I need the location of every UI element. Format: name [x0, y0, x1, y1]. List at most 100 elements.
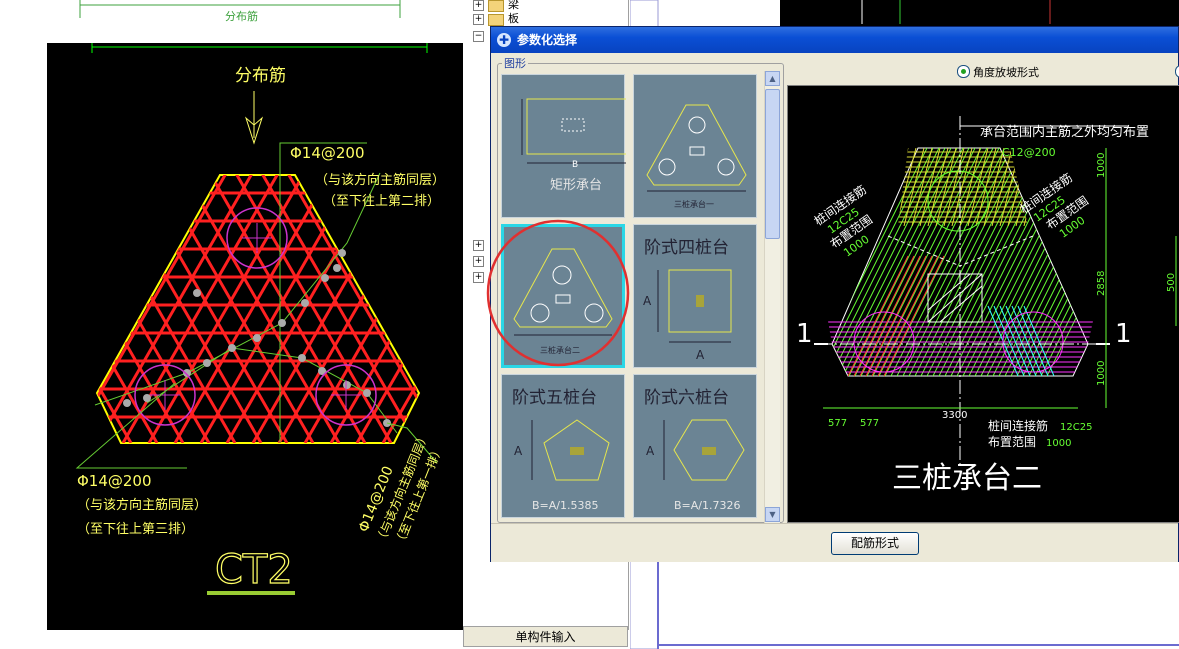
dialog-titlebar[interactable]: ✚ 参数化选择: [491, 27, 1178, 53]
thumb-stepped-five-pile-cap[interactable]: 阶式五桩台 A B=A/1.5385: [501, 374, 625, 518]
top-label: 分布筋: [235, 66, 286, 86]
thumb-dim-side: A: [646, 444, 655, 458]
slope-angle-radio[interactable]: [957, 65, 970, 78]
dialog-bottom-bar: 配筋形式: [491, 523, 1178, 562]
bottom-rebar: 12C25: [1060, 422, 1092, 433]
thumb-three-pile-cap-1[interactable]: 三桩承台一: [633, 74, 757, 218]
thumb-stepped-four-pile-cap[interactable]: 阶式四桩台 A A: [633, 224, 757, 368]
bottom-range: 1000: [1046, 438, 1071, 449]
thumb-formula: B=A/1.7326: [674, 499, 740, 512]
thumb-label: 阶式六桩台: [644, 388, 729, 408]
hatch-line: [447, 43, 463, 443]
hatch-line: [159, 175, 393, 443]
app-icon: ✚: [497, 33, 511, 47]
scroll-thumb[interactable]: [765, 89, 780, 239]
hatch-line: [97, 175, 277, 443]
hatch-line: [97, 175, 289, 443]
thumb-formula: B=A/1.5385: [532, 499, 598, 512]
other-radio[interactable]: [1175, 65, 1179, 78]
slope-angle-label: 角度放坡形式: [973, 66, 1039, 79]
hatch-line: [173, 175, 407, 443]
hatch-line: [97, 175, 185, 443]
thumb-label: 阶式五桩台: [512, 388, 597, 408]
bottom-note2: 布置范围: [988, 435, 1036, 449]
parametric-select-dialog: ✚ 参数化选择 图形 B 矩形承台 三桩承台一 三桩承台二 阶式四桩台 A A …: [486, 26, 1179, 562]
hatch-line: [97, 175, 121, 443]
dim-2858: 2858: [1096, 271, 1107, 296]
folder-icon: [488, 14, 504, 26]
hatch-line: [865, 255, 927, 377]
radio-row: 角度放坡形式: [787, 57, 1179, 83]
dim-1000-top: 1000: [1096, 153, 1107, 178]
thumb-dim: A: [696, 348, 705, 362]
tree-expand-icon[interactable]: +: [473, 0, 484, 11]
dialog-title: 参数化选择: [517, 33, 578, 47]
hatch-line: [898, 148, 901, 226]
tree-expand-icon[interactable]: +: [473, 14, 484, 25]
rebar-dot: [193, 289, 201, 297]
tree-collapse-icon[interactable]: −: [473, 31, 484, 42]
hatch-line: [107, 175, 341, 443]
folder-icon: [488, 0, 504, 12]
scroll-up-icon[interactable]: ▲: [765, 71, 780, 86]
hatch-line: [421, 43, 463, 443]
rebar-dot: [363, 389, 371, 397]
thumb-label: 三桩承台一: [674, 199, 714, 209]
rebar-left-note2: （至下往上第三排）: [77, 522, 194, 537]
hatch-line: [97, 175, 329, 443]
hatch-line: [199, 175, 419, 443]
hatch-line: [393, 175, 419, 443]
hatch-line: [871, 255, 933, 377]
rebar-dot: [343, 381, 351, 389]
thumb-label: 阶式四桩台: [644, 238, 729, 258]
rebar-top-note1: （与该方向主筋同层）: [315, 172, 445, 188]
rebar-dot: [298, 354, 306, 362]
drawing-name: CT2: [215, 547, 293, 593]
rebar-form-button[interactable]: 配筋形式: [831, 532, 919, 555]
preview-title: 三桩承台二: [892, 461, 1042, 496]
top-cad-strip: 分布筋: [0, 0, 463, 23]
rebar-dot: [123, 399, 131, 407]
thumbnail-scrollbar[interactable]: ▲ ▼: [764, 71, 780, 523]
thumb-stepped-six-pile-cap[interactable]: 阶式六桩台 A B=A/1.7326: [633, 374, 757, 518]
dim-3300: 3300: [942, 410, 967, 421]
rebar-dot: [278, 319, 286, 327]
hatch-line: [329, 175, 419, 443]
hatch-line: [47, 43, 67, 443]
preview-rebar-top: C12@200: [1002, 146, 1056, 159]
rebar-dot: [203, 359, 211, 367]
preview-canvas: 1 1 承台范围内主筋之外均匀布置 C12@200 桩间连接筋 12C25 布置…: [787, 85, 1179, 523]
hatch-line: [97, 175, 315, 443]
rebar-grid: [47, 43, 463, 443]
hatch-line: [237, 175, 419, 443]
hatch-line: [97, 175, 173, 443]
dim-500: 500: [1166, 273, 1177, 292]
rebar-dot: [301, 299, 309, 307]
hatch-line: [381, 175, 419, 443]
thumb-rect-cap[interactable]: B 矩形承台: [501, 74, 626, 218]
shape-group-label: 图形: [502, 55, 528, 71]
hatch-line: [211, 175, 419, 443]
rebar-dot: [321, 274, 329, 282]
rebar-dot: [253, 334, 261, 342]
rebar-left: Φ14@200: [77, 472, 152, 490]
hatch-line: [97, 175, 263, 443]
hatch-line: [47, 43, 93, 443]
highlight-circle: [486, 219, 630, 367]
section-left: 1: [796, 319, 813, 349]
hatch-line: [435, 43, 463, 443]
thumb-dim-side: A: [643, 294, 652, 308]
bottom-note1: 桩间连接筋: [988, 418, 1048, 433]
top-dim-label: 分布筋: [225, 9, 258, 22]
rebar-left-note1: （与该方向主筋同层）: [77, 497, 207, 513]
scroll-down-icon[interactable]: ▼: [765, 507, 780, 522]
hatch-line: [133, 175, 367, 443]
thumb-dim-side: A: [514, 444, 523, 458]
rebar-dot: [143, 394, 151, 402]
rebar-dot: [333, 264, 341, 272]
hatch-line: [97, 175, 107, 443]
tree-item-slab[interactable]: 板: [508, 10, 519, 26]
section-right: 1: [1115, 319, 1132, 349]
single-component-input-tab[interactable]: 单构件输入: [463, 626, 628, 647]
left-cad-drawing: 分布筋 Φ14@200 （与该方向主筋同层） （至下往上第二排） Φ14@200: [47, 43, 463, 630]
